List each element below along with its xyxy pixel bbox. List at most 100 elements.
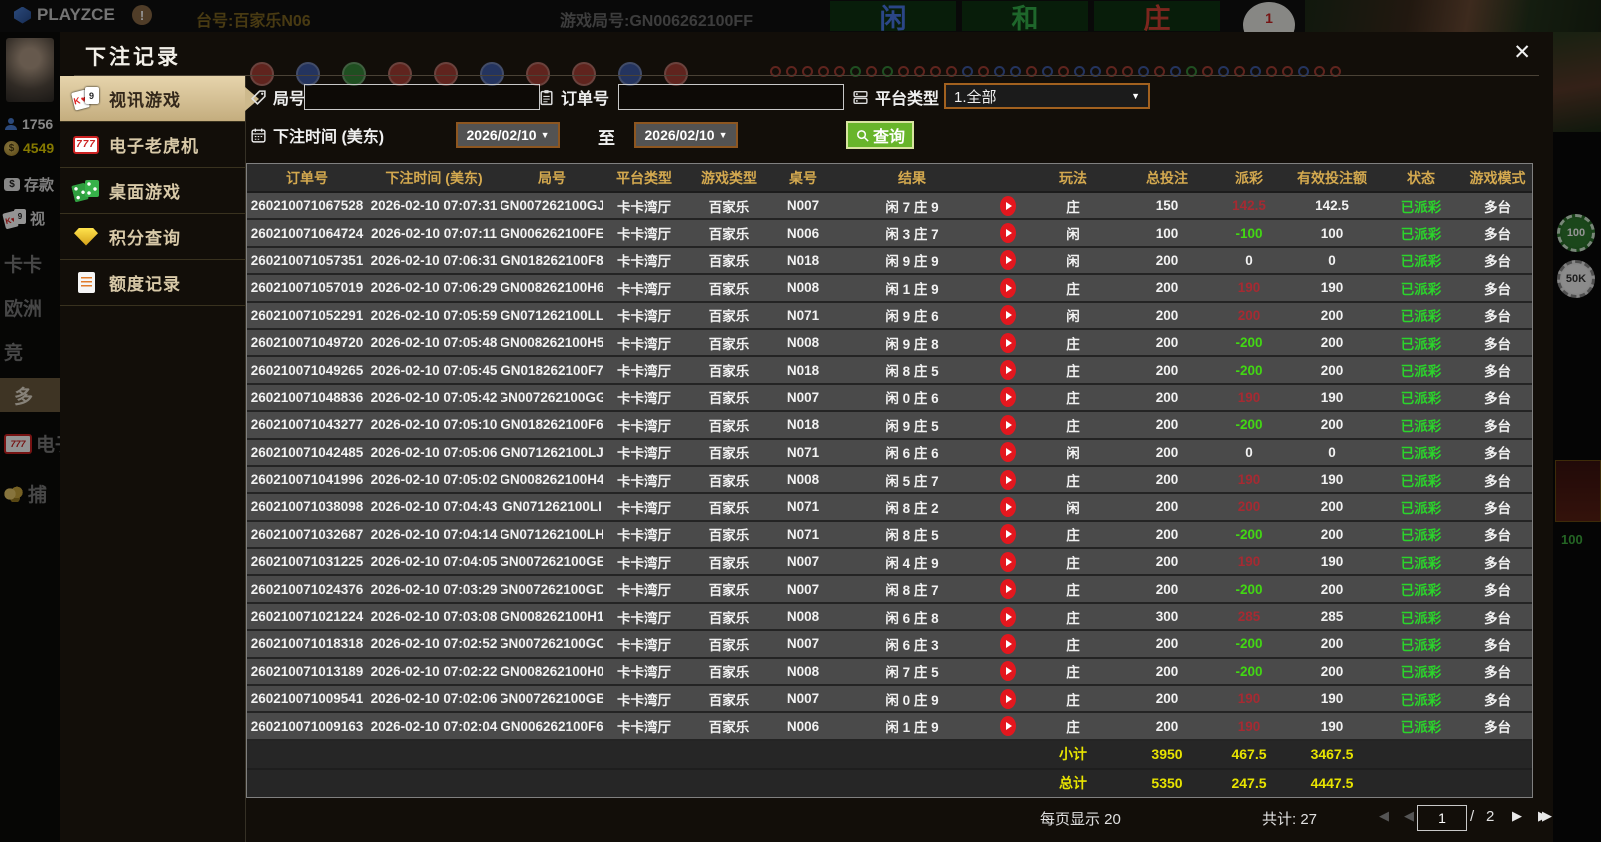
- round-cell: GN006262100FE: [501, 225, 603, 241]
- replay-icon[interactable]: [1000, 277, 1016, 298]
- replay-icon[interactable]: [1000, 606, 1016, 627]
- replay-icon[interactable]: [1000, 688, 1016, 709]
- replay-icon[interactable]: [1000, 360, 1016, 381]
- page-number-input[interactable]: [1417, 805, 1467, 831]
- time-cell: 2026-02-10 07:05:45: [370, 362, 498, 378]
- platform-cell: 卡卡湾厅: [617, 418, 671, 434]
- play-cell: 庄: [1066, 692, 1080, 708]
- clipboard-icon: [540, 89, 553, 105]
- platform-type-select[interactable]: 1.全部 ▼: [944, 83, 1150, 109]
- round-no-input[interactable]: [304, 84, 540, 110]
- table-row: 260210071042485 2026-02-10 07:05:06 GN0712…: [247, 439, 1532, 467]
- replay-icon[interactable]: [1000, 579, 1016, 600]
- next-page-icon[interactable]: ▶: [1512, 808, 1522, 824]
- status-cell: 已派彩: [1400, 692, 1442, 708]
- mode-cell: 多台: [1484, 528, 1511, 544]
- payout-cell: -200: [1235, 362, 1263, 378]
- status-cell: 已派彩: [1400, 528, 1442, 544]
- time-cell: 2026-02-10 07:02:06: [370, 691, 498, 707]
- header-total-bet: 总投注: [1146, 169, 1188, 186]
- menu-item-slots[interactable]: 777 电子老虎机: [60, 122, 245, 168]
- play-cell: 庄: [1066, 528, 1080, 544]
- status-cell: 已派彩: [1400, 364, 1442, 380]
- payout-cell: 285: [1237, 609, 1261, 625]
- per-page-label[interactable]: 每页显示 20: [1040, 808, 1121, 829]
- play-cell: 庄: [1066, 610, 1080, 626]
- order-cell: 260210071043277: [250, 417, 364, 433]
- replay-cell: [991, 688, 1025, 709]
- dialog-content: 局号 订单号 平台类型 1.全部 ▼ 下注时间 (美东) 2026/02/10 …: [246, 76, 1553, 842]
- status-cell: 已派彩: [1400, 446, 1442, 462]
- result-cell: 闲 9 庄 6: [885, 309, 939, 325]
- chevron-down-icon: ▼: [540, 130, 550, 140]
- payout-cell: -200: [1235, 417, 1263, 433]
- prev-page-icon[interactable]: ◀: [1404, 808, 1414, 824]
- order-cell: 260210071048836: [250, 389, 364, 405]
- result-cell: 闲 8 庄 2: [885, 500, 939, 516]
- order-cell: 260210071064724: [250, 225, 364, 241]
- header-game-type: 游戏类型: [701, 169, 757, 186]
- replay-icon[interactable]: [1000, 551, 1016, 572]
- table-footer: 每页显示 20 共计: 27 ◀ ◀ / 2 ▶ ▶▶: [246, 796, 1553, 842]
- replay-icon[interactable]: [1000, 195, 1016, 216]
- round-cell: GN007262100GB: [501, 691, 603, 707]
- order-cell: 260210071038098: [250, 499, 364, 515]
- menu-item-points-query[interactable]: 积分查询: [60, 214, 245, 260]
- platform-type-label: 平台类型: [852, 84, 939, 110]
- valid-bet-cell: 200: [1320, 636, 1344, 652]
- game-type-cell: 百家乐: [708, 528, 750, 544]
- bet-cell: 100: [1155, 225, 1179, 241]
- table-row: 260210071038098 2026-02-10 07:04:43 GN0712…: [247, 494, 1532, 522]
- table-no-cell: N007: [786, 554, 820, 570]
- menu-label: 额度记录: [109, 275, 181, 294]
- menu-item-table-games[interactable]: 桌面游戏: [60, 168, 245, 214]
- game-type-cell: 百家乐: [708, 199, 750, 215]
- replay-icon[interactable]: [1000, 469, 1016, 490]
- replay-icon[interactable]: [1000, 442, 1016, 463]
- replay-icon[interactable]: [1000, 387, 1016, 408]
- menu-item-video-games[interactable]: K♥ 9 视讯游戏: [60, 76, 259, 122]
- first-page-icon[interactable]: ◀: [1379, 808, 1389, 824]
- bet-records-dialog: 下注记录 ✕ K♥ 9 视讯游戏 777 电子老虎机 桌面游戏 积分查询 额度记…: [60, 32, 1553, 842]
- bet-cell: 200: [1155, 554, 1179, 570]
- status-cell: 已派彩: [1400, 309, 1442, 325]
- game-type-cell: 百家乐: [708, 418, 750, 434]
- header-bet-time: 下注时间 (美东): [385, 169, 483, 186]
- slot-machine-icon: 777: [73, 135, 99, 154]
- close-icon[interactable]: ✕: [1513, 40, 1531, 65]
- date-to-select[interactable]: 2026/02/10 ▼: [634, 122, 738, 148]
- game-type-cell: 百家乐: [708, 254, 750, 270]
- header-result: 结果: [898, 169, 926, 186]
- game-type-cell: 百家乐: [708, 692, 750, 708]
- round-cell: GN018262100F7: [501, 362, 603, 378]
- search-button[interactable]: 查询: [846, 121, 915, 149]
- total-payout: 247.5: [1231, 775, 1267, 792]
- mode-cell: 多台: [1484, 583, 1511, 599]
- playing-cards-icon: K♥ 9: [71, 87, 99, 111]
- replay-icon[interactable]: [1000, 250, 1016, 271]
- order-no-input[interactable]: [618, 84, 844, 110]
- bet-cell: 200: [1155, 581, 1179, 597]
- platform-type-value: 1.全部: [954, 88, 997, 106]
- replay-icon[interactable]: [1000, 716, 1016, 737]
- last-page-icon[interactable]: ▶▶: [1538, 808, 1552, 824]
- replay-icon[interactable]: [1000, 414, 1016, 435]
- order-cell: 260210071052291: [250, 307, 364, 323]
- valid-bet-cell: 190: [1320, 554, 1344, 570]
- replay-icon[interactable]: [1000, 496, 1016, 517]
- diamond-icon: [74, 227, 98, 246]
- date-from-select[interactable]: 2026/02/10 ▼: [456, 122, 560, 148]
- table-no-cell: N071: [786, 499, 820, 515]
- menu-item-credit-records[interactable]: 额度记录: [60, 260, 245, 306]
- bet-cell: 200: [1155, 691, 1179, 707]
- replay-icon[interactable]: [1000, 661, 1016, 682]
- replay-icon[interactable]: [1000, 332, 1016, 353]
- replay-icon[interactable]: [1000, 223, 1016, 244]
- replay-icon[interactable]: [1000, 305, 1016, 326]
- status-cell: 已派彩: [1400, 199, 1442, 215]
- play-cell: 闲: [1066, 309, 1080, 325]
- bet-cell: 200: [1155, 472, 1179, 488]
- table-no-cell: N008: [786, 663, 820, 679]
- replay-icon[interactable]: [1000, 633, 1016, 654]
- replay-icon[interactable]: [1000, 524, 1016, 545]
